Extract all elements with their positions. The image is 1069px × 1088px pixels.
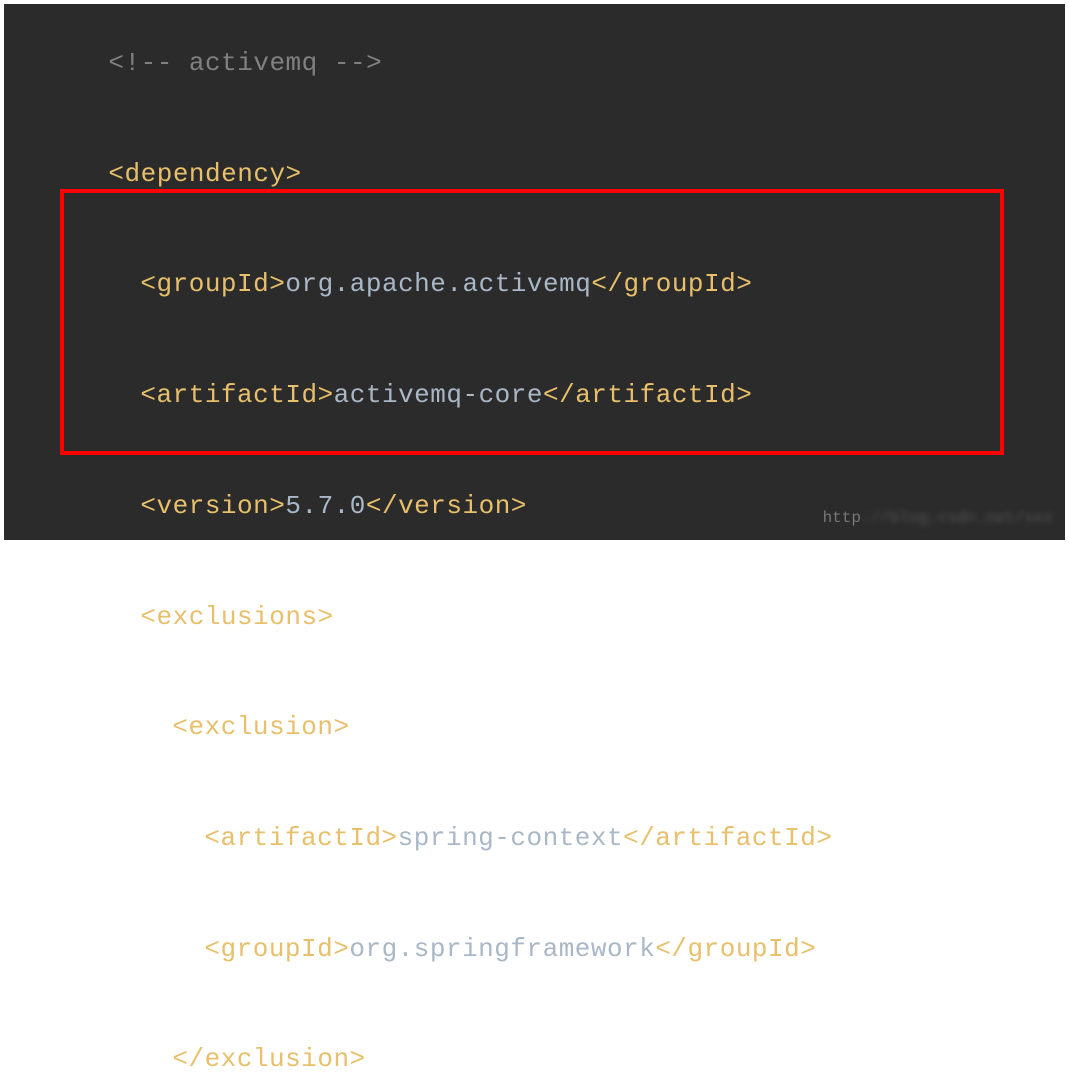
xml-tag: </version>: [366, 491, 527, 521]
xml-tag: </exclusion>: [172, 1044, 365, 1074]
xml-text: spring-context: [398, 823, 623, 853]
xml-tag: </groupId>: [591, 269, 752, 299]
xml-tag: <groupId>: [204, 934, 349, 964]
xml-tag: </groupId>: [655, 934, 816, 964]
watermark-blur: ://blog.csdn.net/xxx: [861, 509, 1053, 527]
xml-tag: </artifactId>: [623, 823, 832, 853]
xml-tag: <exclusions>: [140, 602, 333, 632]
code-line: <!-- activemq -->: [44, 8, 1061, 119]
watermark-text: http: [823, 509, 861, 527]
xml-text: 5.7.0: [285, 491, 366, 521]
code-line: <groupId>org.apache.activemq</groupId>: [44, 229, 1061, 340]
xml-tag: <version>: [140, 491, 285, 521]
code-line: <version>5.7.0</version>: [44, 451, 1061, 562]
code-line: <artifactId>activemq-core</artifactId>: [44, 340, 1061, 451]
xml-tag: <artifactId>: [140, 380, 333, 410]
xml-tag: <dependency>: [108, 159, 301, 189]
code-line: <exclusion>: [44, 672, 1061, 783]
xml-tag: <artifactId>: [204, 823, 397, 853]
code-line: </exclusion>: [44, 1004, 1061, 1088]
xml-comment: <!-- activemq -->: [108, 48, 382, 78]
code-line: <exclusions>: [44, 562, 1061, 673]
xml-text: org.springframework: [349, 934, 655, 964]
xml-tag: </artifactId>: [543, 380, 752, 410]
code-editor[interactable]: <!-- activemq --> <dependency> <groupId>…: [4, 4, 1065, 540]
code-line: <dependency>: [44, 119, 1061, 230]
xml-text: activemq-core: [334, 380, 543, 410]
xml-tag: <groupId>: [140, 269, 285, 299]
watermark: http://blog.csdn.net/xxx: [823, 507, 1053, 530]
xml-text: org.apache.activemq: [285, 269, 591, 299]
code-line: <groupId>org.springframework</groupId>: [44, 894, 1061, 1005]
code-line: <artifactId>spring-context</artifactId>: [44, 783, 1061, 894]
xml-tag: <exclusion>: [172, 712, 349, 742]
